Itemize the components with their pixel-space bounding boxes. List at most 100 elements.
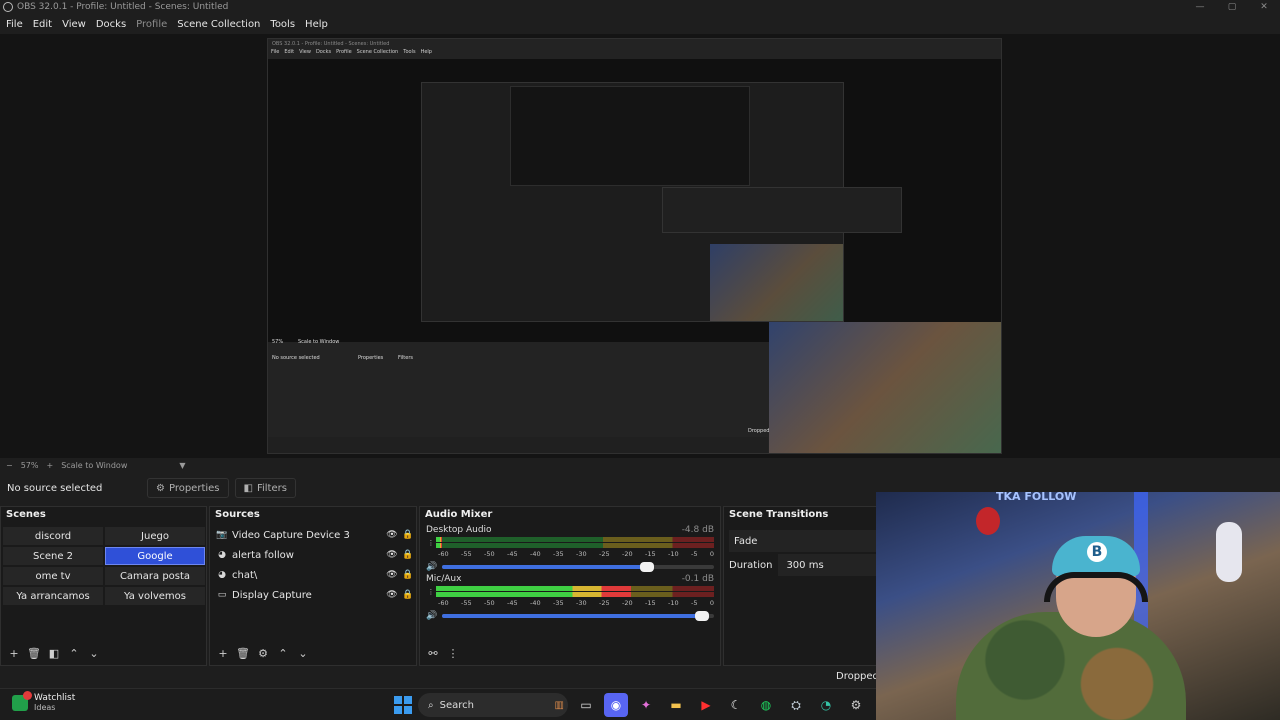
scene-item[interactable]: Google <box>105 547 205 565</box>
windows-start-icon[interactable] <box>394 696 412 714</box>
link-icon[interactable]: ⚯ <box>426 647 440 660</box>
youtube-icon[interactable]: ▶ <box>694 693 718 717</box>
lock-icon[interactable]: 🔒 <box>400 570 416 580</box>
nested-preview-level3 <box>510 86 750 186</box>
transition-select[interactable]: Fade <box>729 530 879 552</box>
maximize-button[interactable]: ▢ <box>1216 0 1248 14</box>
scene-item[interactable]: discord <box>3 527 103 545</box>
speaker-icon[interactable]: 🔊 <box>426 611 438 621</box>
visibility-eye-icon[interactable]: 👁 <box>384 530 400 540</box>
nested-filters: Filters <box>398 355 413 361</box>
scene-item[interactable]: Juego <box>105 527 205 545</box>
more-icon[interactable]: ⋮ <box>446 647 460 660</box>
lock-icon[interactable]: 🔒 <box>400 550 416 560</box>
menu-scene-collection[interactable]: Scene Collection <box>177 19 260 30</box>
visibility-eye-icon[interactable]: 👁 <box>384 550 400 560</box>
duration-input[interactable]: 300 ms <box>778 554 882 576</box>
add-icon[interactable]: + <box>216 647 230 660</box>
tick-label: -25 <box>599 599 610 607</box>
source-item[interactable]: ◕ alerta follow 👁 🔒 <box>210 545 416 565</box>
down-arrow-icon[interactable]: ⌄ <box>296 647 310 660</box>
scene-item[interactable]: Ya volvemos <box>105 587 205 605</box>
menu-help[interactable]: Help <box>305 19 328 30</box>
menu-docks[interactable]: Docks <box>96 19 126 30</box>
source-item[interactable]: ▭ Display Capture 👁 🔒 <box>210 585 416 605</box>
menu-file[interactable]: File <box>6 19 23 30</box>
tick-label: -30 <box>576 599 587 607</box>
scene-item[interactable]: Ya arrancamos <box>3 587 103 605</box>
nested-obs-preview: OBS 32.0.1 - Profile: Untitled - Scenes:… <box>267 38 1002 454</box>
steam-icon[interactable]: ⛭ <box>784 693 808 717</box>
scene-item[interactable]: ome tv <box>3 567 103 585</box>
filter-icon[interactable]: ◧ <box>47 647 61 660</box>
visibility-eye-icon[interactable]: 👁 <box>384 570 400 580</box>
tick-label: -50 <box>484 550 495 558</box>
scene-item[interactable]: Camara posta <box>105 567 205 585</box>
lock-icon[interactable]: 🔒 <box>400 530 416 540</box>
chevron-down-icon[interactable]: ▼ <box>179 461 185 470</box>
tick-label: 0 <box>709 599 714 607</box>
channel-name: Desktop Audio <box>426 525 492 535</box>
watchlist-widget[interactable]: Watchlist Ideas <box>12 691 75 713</box>
slider-fill <box>442 565 655 569</box>
settings-icon[interactable]: ⚙ <box>844 693 868 717</box>
task-view-icon[interactable]: ▭ <box>574 693 598 717</box>
app-icon[interactable]: ☾ <box>724 693 748 717</box>
gear-icon[interactable]: ⚙ <box>256 647 270 660</box>
up-arrow-icon[interactable]: ⌃ <box>67 647 81 660</box>
scale-mode-select[interactable]: Scale to Window <box>61 461 127 470</box>
source-item[interactable]: ◕ chat\ 👁 🔒 <box>210 565 416 585</box>
down-arrow-icon[interactable]: ⌄ <box>87 647 101 660</box>
copilot-icon[interactable]: ✦ <box>634 693 658 717</box>
camera-icon: 📷 <box>216 530 228 540</box>
close-button[interactable]: ✕ <box>1248 0 1280 14</box>
discord-icon[interactable]: ◉ <box>604 693 628 717</box>
nested-menu-item: File <box>271 49 280 55</box>
zoom-in-icon[interactable]: + <box>46 461 53 470</box>
menu-tools[interactable]: Tools <box>270 19 295 30</box>
menu-edit[interactable]: Edit <box>33 19 52 30</box>
search-highlight-icon: ▥ <box>554 699 564 711</box>
nested-scale-mode: Scale to Window <box>298 339 340 345</box>
visibility-eye-icon[interactable]: 👁 <box>384 590 400 600</box>
trash-icon[interactable]: 🗑 <box>27 647 41 660</box>
tick-label: -15 <box>645 599 656 607</box>
source-item[interactable]: 📷 Video Capture Device 3 👁 🔒 <box>210 525 416 545</box>
tick-label: -45 <box>507 550 518 558</box>
filters-button[interactable]: ◧ Filters <box>234 478 296 498</box>
volume-slider[interactable] <box>442 611 714 621</box>
files-icon[interactable]: ▬ <box>664 693 688 717</box>
up-arrow-icon[interactable]: ⌃ <box>276 647 290 660</box>
nested-webcam-small <box>710 244 843 321</box>
nested-title: OBS 32.0.1 - Profile: Untitled - Scenes:… <box>272 41 390 47</box>
tick-label: -35 <box>553 599 564 607</box>
slider-knob[interactable] <box>694 611 709 621</box>
channel-menu-icon[interactable]: ⋮ <box>426 588 436 595</box>
minimize-button[interactable]: — <box>1184 0 1216 14</box>
menu-view[interactable]: View <box>62 19 86 30</box>
wall-banner: TKA FOLLOW <box>996 492 1077 503</box>
lock-icon[interactable]: 🔒 <box>400 590 416 600</box>
properties-button[interactable]: ⚙ Properties <box>147 478 229 498</box>
channel-menu-icon[interactable]: ⋮ <box>426 539 436 546</box>
nested-dropped: Dropped <box>748 428 770 434</box>
scene-item[interactable]: Scene 2 <box>3 547 103 565</box>
volume-slider[interactable] <box>442 562 714 572</box>
slider-fill <box>442 614 709 618</box>
scenes-controls: + 🗑 ◧ ⌃ ⌄ <box>1 645 101 661</box>
mixer-channel: Mic/Aux -0.1 dB ⋮ -60 -55 -50 -45 -40 -35 -30 -25-… <box>420 572 720 621</box>
tick-label: -35 <box>553 550 564 558</box>
meter-fill <box>436 592 631 597</box>
menu-profile[interactable]: Profile <box>136 19 167 30</box>
trash-icon[interactable]: 🗑 <box>236 647 250 660</box>
nested-no-source: No source selected <box>272 355 320 361</box>
edge-icon[interactable]: ◔ <box>814 693 838 717</box>
zoom-out-icon[interactable]: − <box>6 461 13 470</box>
slider-knob[interactable] <box>640 562 655 572</box>
add-icon[interactable]: + <box>7 647 21 660</box>
search-icon: ⌕ <box>428 699 434 711</box>
taskbar-search[interactable]: ⌕ Search ▥ <box>418 693 568 717</box>
speaker-icon[interactable]: 🔊 <box>426 562 438 572</box>
spotify-icon[interactable]: ◍ <box>754 693 778 717</box>
nested-menu-item: View <box>299 49 311 55</box>
